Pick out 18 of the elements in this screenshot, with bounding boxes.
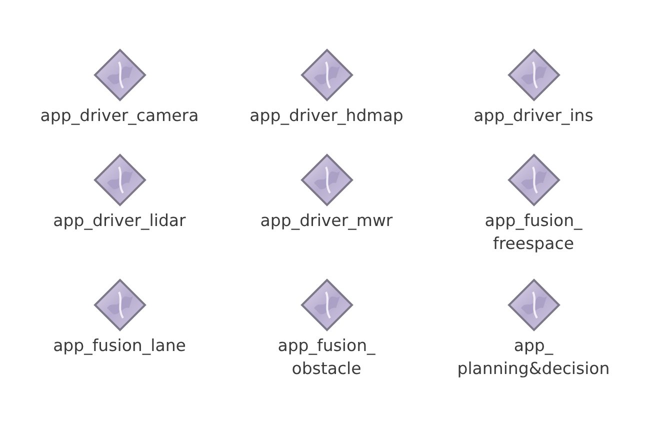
file-icon[interactable]	[300, 153, 354, 207]
file-icon[interactable]	[92, 153, 146, 207]
file-icon[interactable]	[506, 278, 560, 332]
file-name: app_driver_camera	[40, 105, 199, 127]
file-name: app_fusion_lane	[53, 335, 186, 357]
file-icon[interactable]	[506, 48, 560, 102]
file-name: app_fusion_ freespace	[484, 210, 582, 255]
file-name: app_fusion_ obstacle	[278, 335, 376, 380]
file-name: app_driver_mwr	[260, 210, 393, 232]
file-icon[interactable]	[92, 48, 146, 102]
file-icon[interactable]	[300, 48, 354, 102]
file-name: app_driver_lidar	[53, 210, 186, 232]
file-name: app_ planning&decision	[457, 335, 610, 380]
file-icon[interactable]	[92, 278, 146, 332]
file-icon[interactable]	[300, 278, 354, 332]
file-name: app_driver_hdmap	[250, 105, 404, 127]
file-icon[interactable]	[506, 153, 560, 207]
file-name: app_driver_ins	[474, 105, 594, 127]
